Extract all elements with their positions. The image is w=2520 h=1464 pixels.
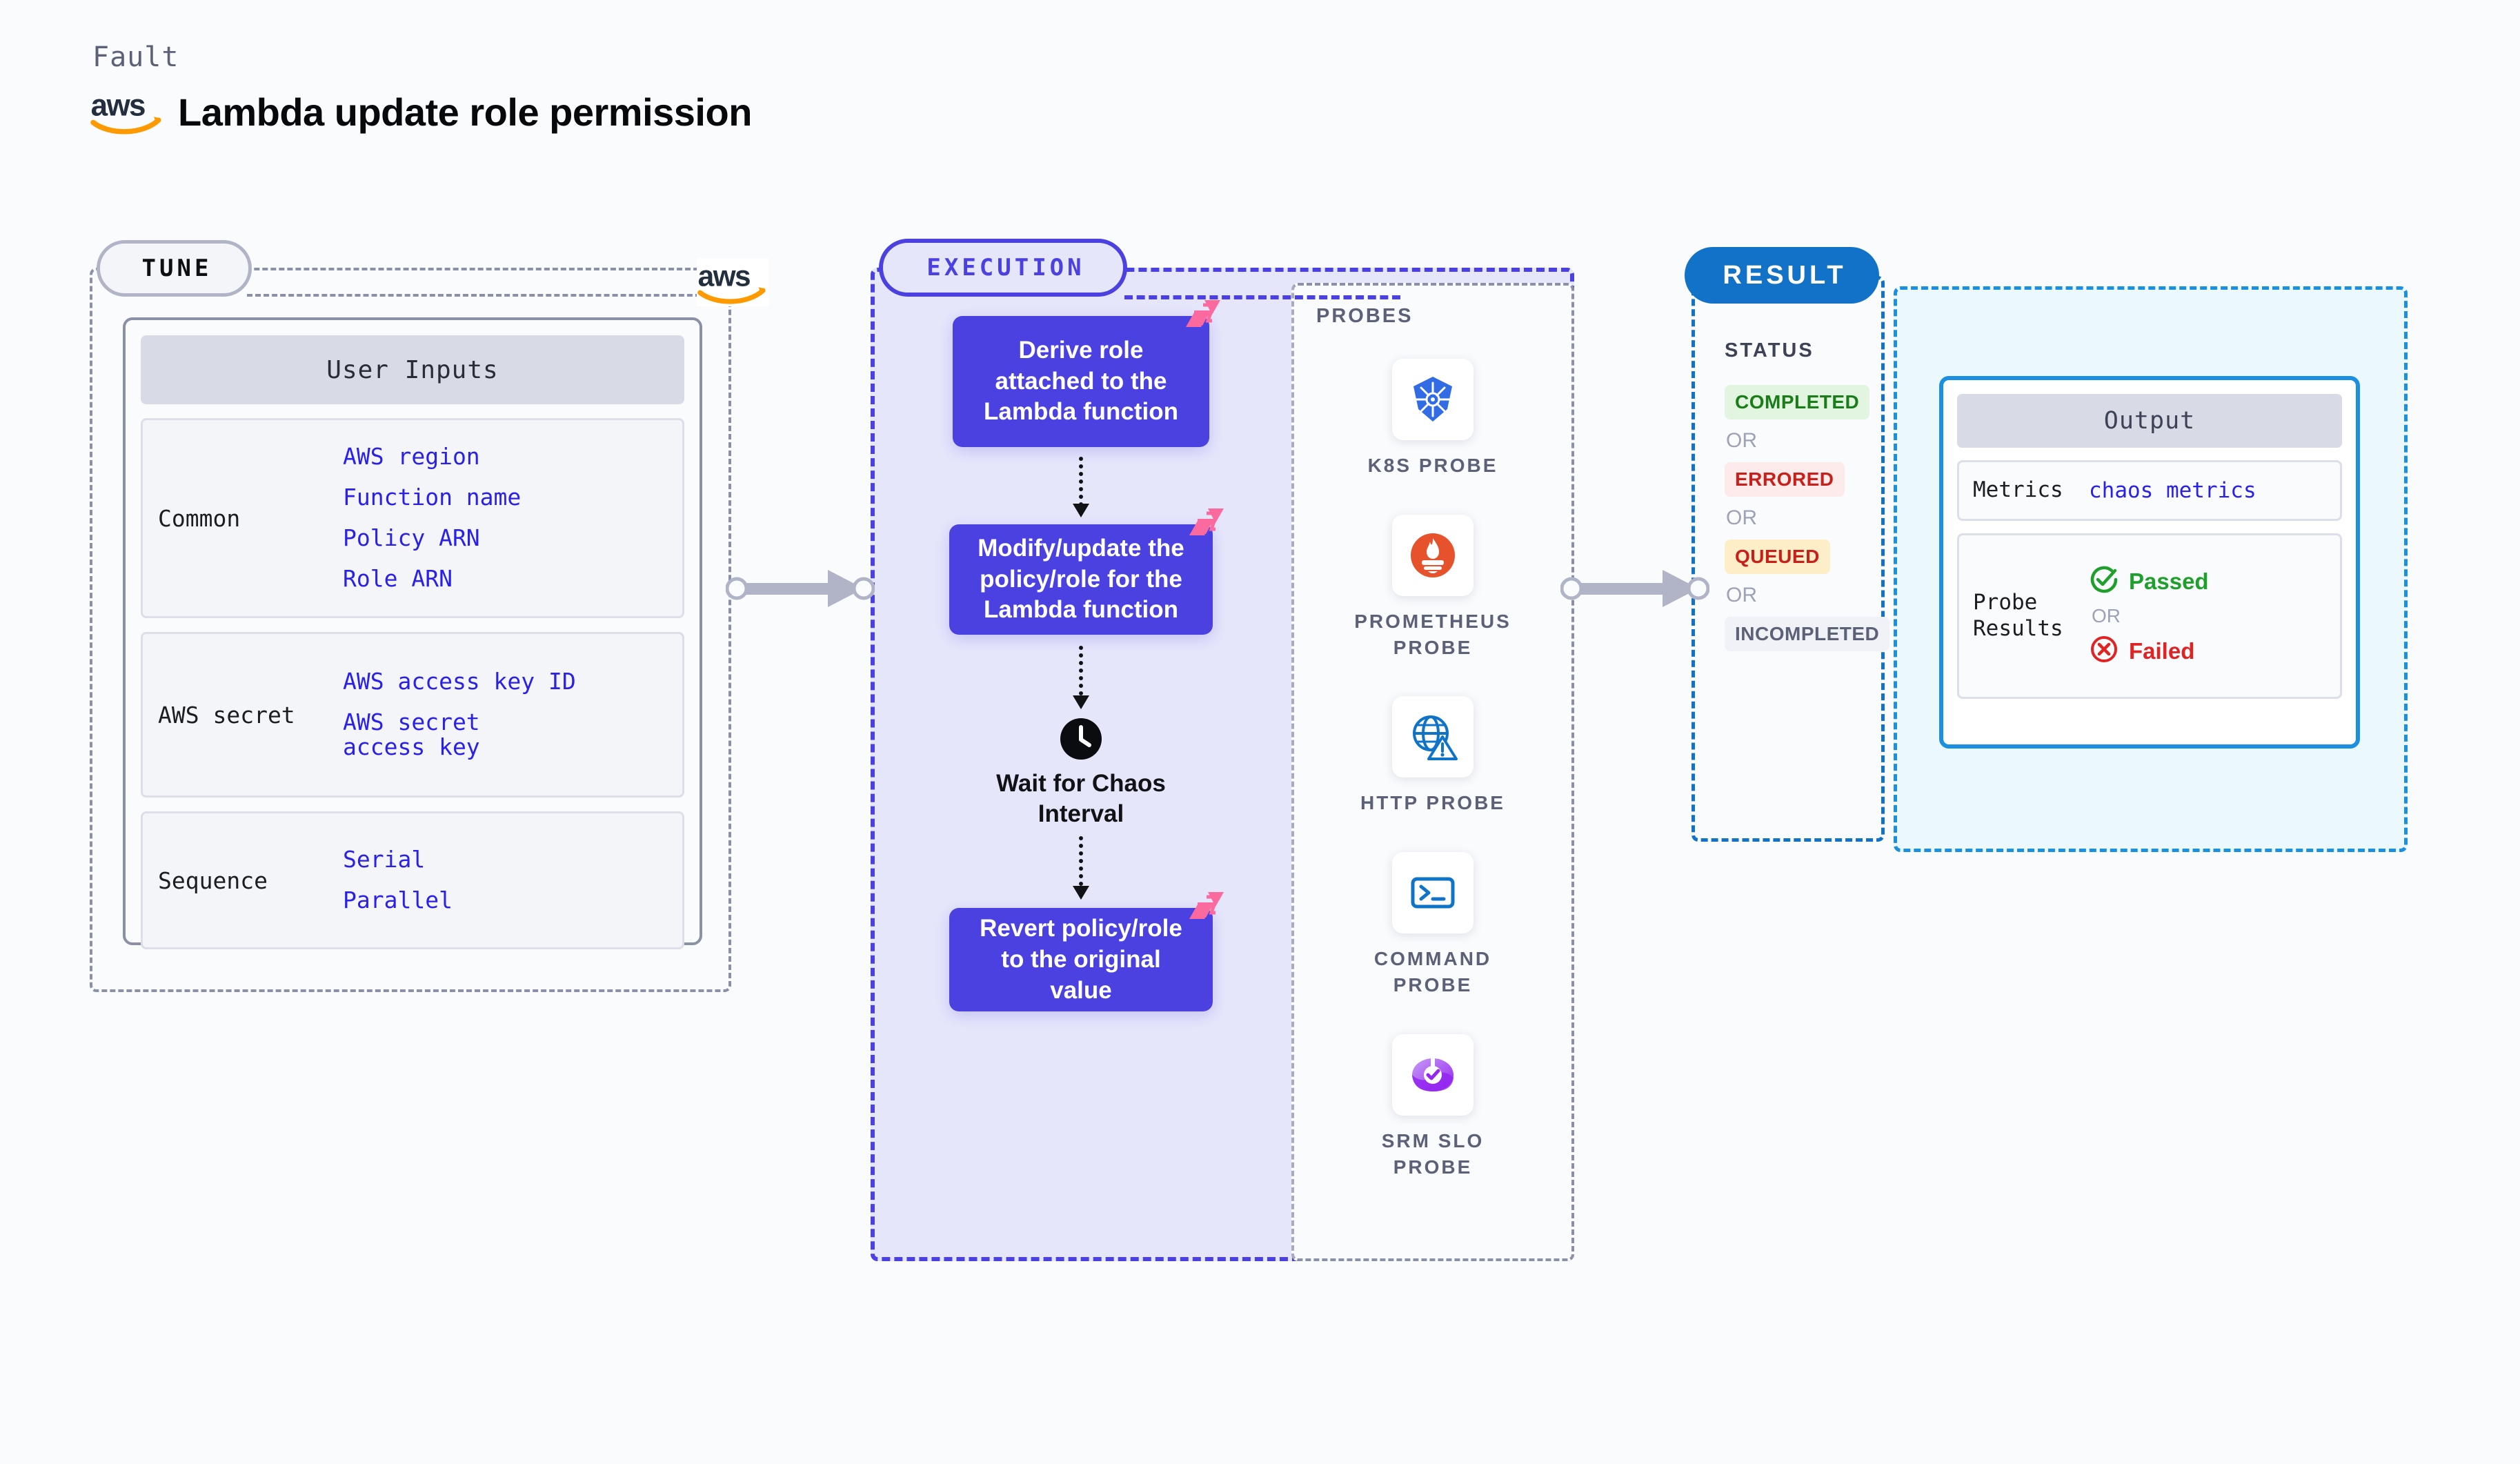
probes-panel: PROBES K8S PROBE PROMETHEUS PROBE HTTP P… (1291, 283, 1574, 1261)
probe-item-command[interactable]: COMMAND PROBE (1340, 852, 1526, 998)
user-inputs-title: User Inputs (141, 335, 684, 404)
probe-results-label: Probe Results (1973, 590, 2063, 641)
step-label: Derive role attached to the Lambda funct… (984, 336, 1178, 426)
page-header: Fault aws Lambda update role permission (90, 41, 1055, 166)
fault-kicker: Fault (92, 41, 179, 73)
input-value: Policy ARN (343, 524, 480, 551)
status-badge-errored: ERRORED (1725, 462, 1845, 497)
execution-step-revert-policy[interactable]: Revert policy/role to the original value (949, 892, 1224, 1012)
input-group-aws-secret: AWS secret AWS access key ID AWS secret … (141, 632, 684, 798)
arrow-down-dotted-icon (1073, 457, 1089, 517)
input-group-sequence: Sequence Serial Parallel (141, 811, 684, 949)
arrow-right-icon (1560, 564, 1710, 613)
probe-label: HTTP PROBE (1360, 792, 1505, 814)
execution-flow: Derive role attached to the Lambda funct… (871, 300, 1291, 1012)
check-circle-icon (2089, 564, 2119, 598)
probes-section-label: PROBES (1316, 305, 1413, 327)
status-badge-incompleted: INCOMPLETED (1725, 617, 1890, 651)
or-separator: OR (1726, 584, 1757, 606)
arrow-down-dotted-icon (1073, 836, 1089, 900)
execution-step-modify-policy[interactable]: Modify/update the policy/role for the La… (949, 508, 1224, 635)
probe-result-passed: Passed (2089, 564, 2209, 598)
probe-item-prometheus[interactable]: PROMETHEUS PROBE (1340, 514, 1526, 661)
input-value: AWS region (343, 443, 480, 471)
prometheus-icon (1392, 514, 1474, 596)
passed-label: Passed (2129, 568, 2209, 594)
execution-pill: EXECUTION (879, 239, 1127, 297)
globe-warning-icon (1392, 696, 1474, 778)
litmus-icon (1188, 890, 1225, 927)
input-value: Role ARN (343, 564, 453, 592)
output-panel: Output Metrics chaos metrics Probe Resul… (1894, 286, 2408, 852)
tune-panel: TUNE User Inputs Common AWS region Funct… (90, 240, 731, 992)
probe-label: PROMETHEUS PROBE (1354, 610, 1511, 658)
probe-result-failed: Failed (2089, 634, 2209, 668)
aws-logo-icon: aws (697, 258, 768, 306)
input-group-label: Sequence (158, 867, 268, 894)
execution-dashed-connector (1124, 295, 1400, 299)
terminal-icon (1392, 852, 1474, 934)
input-value: Parallel (343, 887, 453, 913)
x-circle-icon (2089, 634, 2119, 668)
kubernetes-icon (1392, 359, 1474, 440)
input-group-values: AWS region Function name Policy ARN Role… (343, 444, 537, 592)
user-inputs-card: User Inputs Common AWS region Function n… (123, 317, 702, 949)
execution-step-derive-role[interactable]: Derive role attached to the Lambda funct… (953, 300, 1220, 447)
output-row-metrics: Metrics chaos metrics (1957, 460, 2342, 521)
tune-pill: TUNE (97, 240, 252, 297)
probe-label: SRM SLO PROBE (1381, 1129, 1485, 1178)
or-separator: OR (2092, 605, 2121, 626)
arrow-down-dotted-icon (1073, 646, 1089, 709)
output-title: Output (1957, 394, 2342, 448)
step-label: Revert policy/role to the original value (980, 915, 1182, 1004)
srm-slo-icon (1392, 1033, 1474, 1116)
input-group-values: AWS access key ID AWS secret access key (343, 669, 593, 761)
clock-icon (1060, 718, 1102, 760)
or-separator: OR (1726, 506, 1757, 529)
probe-item-srm-slo[interactable]: SRM SLO PROBE (1340, 1033, 1526, 1180)
metrics-label: Metrics (1973, 477, 2063, 503)
litmus-icon (1188, 506, 1225, 544)
input-group-values: Serial Parallel (343, 847, 469, 913)
output-row-probe-results: Probe Results Passed OR Failed (1957, 533, 2342, 699)
result-pill: RESULT (1685, 247, 1879, 304)
wait-label: Wait for Chaos Interval (996, 770, 1166, 828)
failed-label: Failed (2129, 637, 2195, 664)
status-section-label: STATUS (1725, 339, 1814, 362)
aws-logo-icon: aws (90, 87, 164, 137)
output-card: Output Metrics chaos metrics Probe Resul… (1939, 376, 2360, 749)
input-group-common: Common AWS region Function name Policy A… (141, 418, 684, 618)
probe-item-k8s[interactable]: K8S PROBE (1340, 359, 1526, 479)
status-list: COMPLETED OR ERRORED OR QUEUED OR INCOMP… (1725, 385, 1890, 651)
input-group-label: Common (158, 504, 241, 532)
result-panel: RESULT STATUS COMPLETED OR ERRORED OR QU… (1685, 247, 1890, 842)
input-value: AWS access key ID (343, 667, 576, 695)
svg-text:aws: aws (91, 89, 145, 123)
execution-step-wait-for-chaos: Wait for Chaos Interval (996, 718, 1166, 829)
metrics-value: chaos metrics (2089, 478, 2256, 503)
probe-label: COMMAND PROBE (1373, 948, 1492, 996)
status-badge-completed: COMPLETED (1725, 385, 1870, 419)
svg-text:aws: aws (698, 260, 750, 293)
or-separator: OR (1726, 429, 1757, 452)
litmus-icon (1184, 298, 1222, 335)
step-label: Modify/update the policy/role for the La… (978, 534, 1184, 624)
tune-dashed-connector (247, 294, 709, 297)
probe-label: K8S PROBE (1367, 455, 1498, 476)
input-value: AWS secret access key (343, 708, 480, 761)
probes-list: K8S PROBE PROMETHEUS PROBE HTTP PROBE CO… (1291, 359, 1574, 1180)
page-title: Lambda update role permission (178, 90, 752, 134)
probe-item-http[interactable]: HTTP PROBE (1340, 696, 1526, 816)
input-value: Serial (343, 846, 426, 873)
arrow-right-icon (725, 564, 875, 613)
input-value: Function name (343, 484, 522, 511)
input-group-label: AWS secret (158, 701, 295, 729)
status-badge-queued: QUEUED (1725, 540, 1830, 574)
